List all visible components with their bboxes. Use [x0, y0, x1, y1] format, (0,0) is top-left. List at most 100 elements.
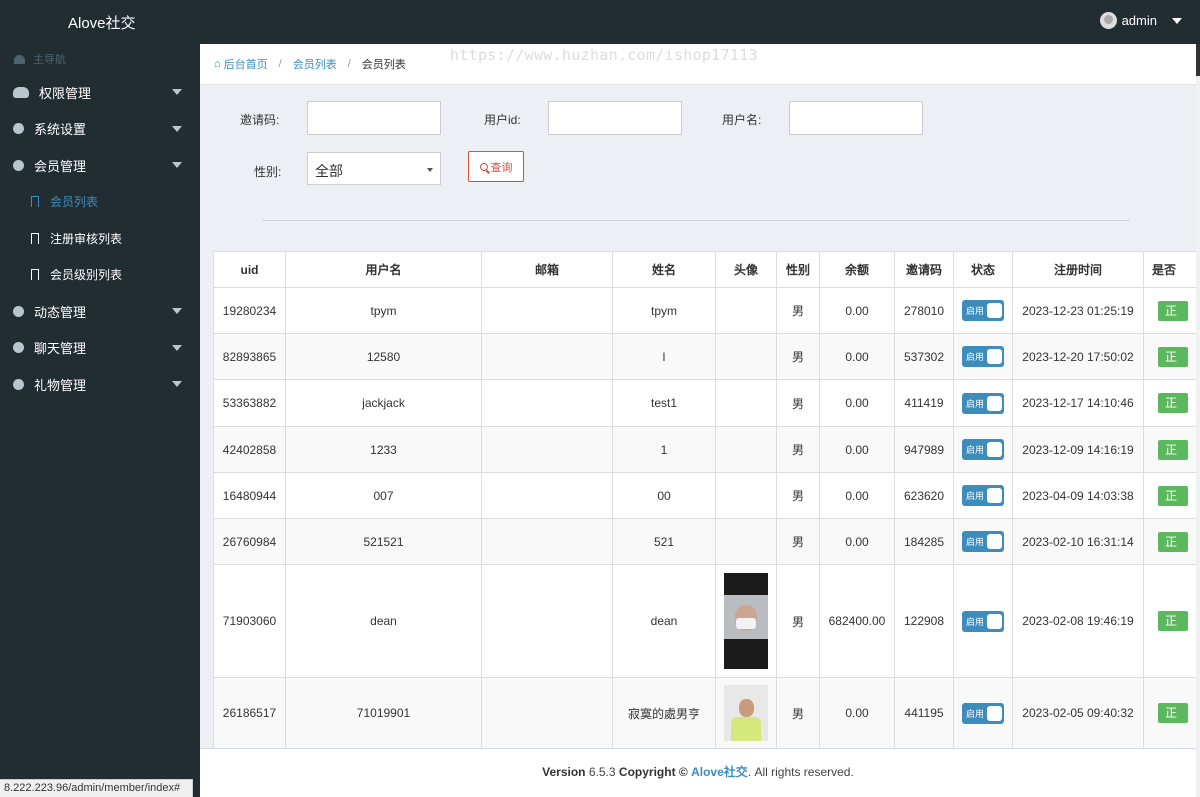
- sidebar-subitem-label: 会员级别列表: [50, 268, 123, 283]
- query-button[interactable]: 查询: [468, 151, 524, 182]
- sidebar-subitem-label: 注册审核列表: [50, 231, 123, 246]
- cell-username: 007: [285, 472, 482, 519]
- sidebar-item-moments[interactable]: 动态管理: [0, 293, 200, 330]
- sidebar-item-label: 会员管理: [34, 158, 87, 174]
- status-toggle[interactable]: 启用: [962, 702, 1004, 724]
- avatar-image[interactable]: [724, 573, 768, 669]
- table-row: 71903060 dean dean 男 682400.00 122908 启用 2023-0…: [213, 564, 1196, 678]
- cell-gender: 男: [776, 426, 820, 473]
- cell-gender: 男: [776, 333, 820, 380]
- cell-avatar: [715, 333, 777, 380]
- search-icon: [479, 162, 488, 171]
- status-toggle[interactable]: 启用: [962, 610, 1004, 632]
- table-row: 42402858 1233 1 男 0.00 947989 启用 2023-12-09 14:…: [213, 426, 1196, 473]
- status-toggle-label: 启用: [966, 708, 985, 719]
- cell-status: 启用: [953, 379, 1013, 427]
- page-scrollbar[interactable]: [1196, 44, 1200, 797]
- username-input[interactable]: [789, 101, 923, 135]
- cell-invite: 947989: [894, 426, 954, 473]
- user-id-input[interactable]: [548, 101, 682, 135]
- circle-icon: [13, 123, 24, 135]
- sidebar-item-members[interactable]: 会员管理: [0, 147, 200, 184]
- cell-tag: 正: [1143, 333, 1196, 380]
- footer-brand-link[interactable]: Alove社交: [691, 765, 748, 779]
- sidebar-item-chat[interactable]: 聊天管理: [0, 330, 200, 367]
- users-icon: [13, 86, 29, 98]
- caret-down-icon: [172, 162, 182, 168]
- sidebar-item-permissions[interactable]: 权限管理: [0, 74, 200, 111]
- column-header: 注册时间: [1012, 251, 1144, 288]
- cell-uid: 42402858: [213, 426, 286, 473]
- cell-username: 12580: [285, 333, 482, 380]
- cell-status: 启用: [953, 287, 1013, 334]
- toggle-knob: [987, 395, 1002, 411]
- app-title[interactable]: Alove社交: [68, 12, 136, 33]
- status-toggle[interactable]: 启用: [962, 531, 1004, 552]
- toggle-knob: [987, 488, 1002, 503]
- breadcrumb: ⌂ 后台首页 / 会员列表 / 会员列表 https://www.huzhan.…: [200, 44, 1196, 85]
- breadcrumb-home[interactable]: 后台首页: [224, 56, 268, 72]
- home-icon: ⌂: [214, 58, 221, 70]
- cell-name: l: [612, 333, 716, 380]
- cell-balance: 0.00: [819, 518, 895, 565]
- cell-time: 2023-12-09 14:16:19: [1012, 426, 1144, 473]
- member-table-container[interactable]: uid 用户名 邮箱 姓名 头像 性别 余额 邀请码 状态 注册时间 是否 19…: [213, 251, 1196, 748]
- gender-select[interactable]: 全部: [307, 152, 441, 185]
- invite-code-label: 邀请码:: [240, 113, 280, 127]
- normal-badge[interactable]: 正: [1158, 611, 1188, 631]
- cell-tag: 正: [1143, 287, 1196, 334]
- cell-uid: 16480944: [213, 472, 286, 519]
- normal-badge[interactable]: 正: [1158, 703, 1188, 723]
- bookmark-icon: [31, 196, 39, 211]
- circle-icon: [13, 159, 24, 171]
- toggle-knob: [987, 705, 1002, 721]
- status-toggle[interactable]: 启用: [962, 439, 1004, 460]
- cell-name: 寂寞的處男亨: [612, 677, 716, 748]
- avatar-image[interactable]: [724, 685, 768, 741]
- toggle-knob: [987, 534, 1002, 549]
- cell-uid: 19280234: [213, 287, 286, 334]
- cell-gender: 男: [776, 287, 820, 334]
- status-toggle[interactable]: 启用: [962, 300, 1004, 321]
- scrollbar-thumb[interactable]: [1196, 44, 1200, 76]
- cell-gender: 男: [776, 472, 820, 519]
- normal-badge[interactable]: 正: [1158, 300, 1188, 321]
- column-header: 是否: [1143, 251, 1196, 288]
- sidebar-subitem-member-list[interactable]: 会员列表: [0, 184, 200, 221]
- cell-name: dean: [612, 564, 716, 678]
- sidebar-item-settings[interactable]: 系统设置: [0, 111, 200, 148]
- cell-status: 启用: [953, 426, 1013, 473]
- normal-badge[interactable]: 正: [1158, 531, 1188, 552]
- status-bar-url: 8.222.223.96/admin/member/index#: [0, 779, 193, 797]
- cell-balance: 0.00: [819, 379, 895, 427]
- caret-down-icon: [172, 381, 182, 387]
- cell-username: 1233: [285, 426, 482, 473]
- status-toggle[interactable]: 启用: [962, 346, 1004, 367]
- cell-avatar: [715, 472, 777, 519]
- normal-badge[interactable]: 正: [1158, 439, 1188, 460]
- sidebar-subitem-label: 会员列表: [50, 195, 99, 210]
- status-toggle-label: 启用: [966, 352, 985, 362]
- cell-avatar: [715, 426, 777, 473]
- circle-icon: [13, 378, 24, 390]
- invite-code-input[interactable]: [307, 101, 441, 135]
- sidebar-subitem-registration-review[interactable]: 注册审核列表: [0, 220, 200, 257]
- user-menu[interactable]: admin: [1099, 12, 1182, 29]
- status-toggle[interactable]: 启用: [962, 485, 1004, 506]
- normal-badge[interactable]: 正: [1158, 485, 1188, 506]
- sidebar-subitem-member-levels[interactable]: 会员级别列表: [0, 257, 200, 294]
- normal-badge[interactable]: 正: [1158, 346, 1188, 367]
- table-row: 26760984 521521 521 男 0.00 184285 启用 2023-02-10…: [213, 518, 1196, 565]
- status-toggle-label: 启用: [966, 616, 985, 627]
- column-header: 余额: [819, 251, 895, 288]
- caret-down-icon: [172, 308, 182, 314]
- breadcrumb-member-list[interactable]: 会员列表: [293, 56, 337, 72]
- sidebar-item-label: 动态管理: [34, 304, 87, 320]
- sidebar-item-gifts[interactable]: 礼物管理: [0, 366, 200, 403]
- status-toggle[interactable]: 启用: [962, 392, 1004, 414]
- cell-name: 00: [612, 472, 716, 519]
- cell-gender: 男: [776, 518, 820, 565]
- status-toggle-label: 启用: [966, 491, 985, 501]
- normal-badge[interactable]: 正: [1158, 393, 1188, 413]
- cell-invite: 184285: [894, 518, 954, 565]
